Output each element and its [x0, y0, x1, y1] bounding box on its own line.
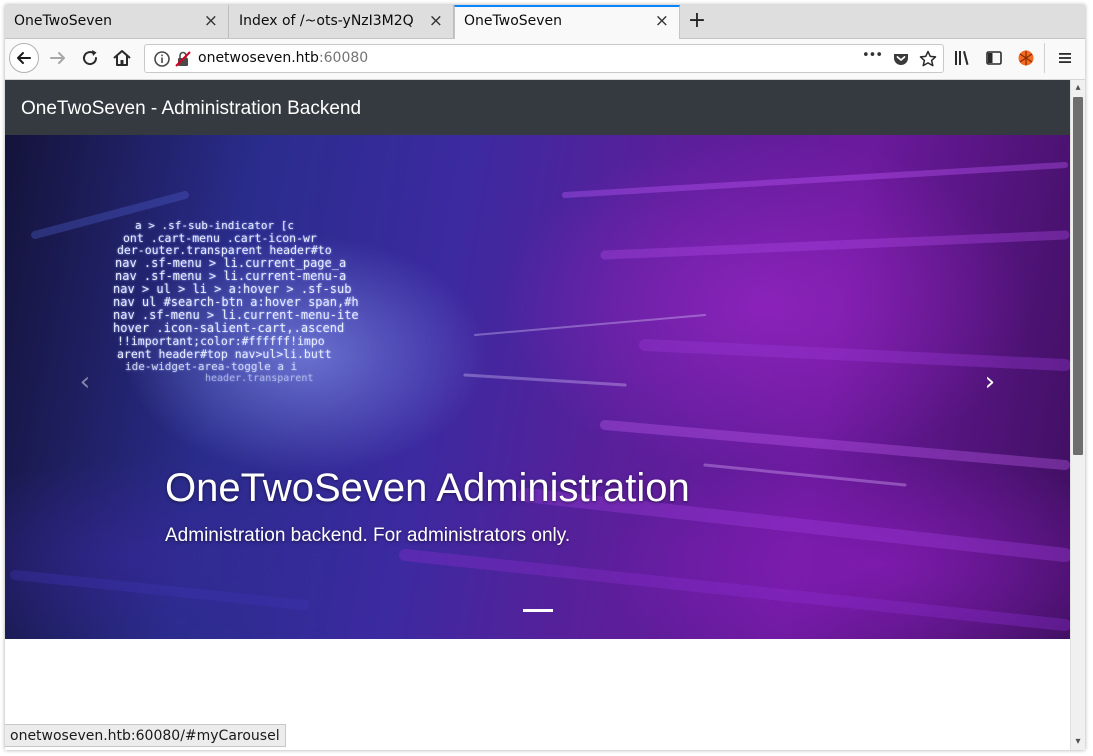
code-line: nav .sf-menu > li.current_page_a	[115, 256, 347, 270]
code-line: nav ul #search-btn a:hover span,#h	[113, 295, 359, 309]
pocket-icon[interactable]	[891, 49, 911, 69]
site-navbar: OneTwoSeven - Administration Backend	[5, 80, 1070, 135]
url-port: :60080	[318, 50, 369, 66]
tab-index-of[interactable]: Index of /~ots-yNzI3M2Q ×	[230, 5, 454, 38]
carousel-caption-title: OneTwoSeven Administration	[165, 466, 690, 510]
tab-close-icon[interactable]: ×	[655, 11, 669, 31]
hero-background-image	[10, 162, 1070, 631]
hamburger-menu-icon[interactable]	[1055, 48, 1075, 68]
code-line: nav > ul > li > a:hover > .sf-sub	[113, 282, 352, 296]
back-button[interactable]	[9, 43, 39, 73]
code-line: nav .sf-menu > li.current-menu-ite	[113, 308, 359, 322]
url-bar[interactable]: onetwoseven.htb:60080 •••	[144, 44, 944, 73]
sidebar-icon[interactable]	[984, 48, 1004, 68]
home-icon[interactable]	[110, 46, 134, 70]
carousel-prev-icon[interactable]: ‹	[70, 367, 100, 397]
code-line: arent header#top nav>ul>li.butt	[117, 347, 332, 361]
tab-title: OneTwoSeven	[464, 13, 563, 29]
tab-close-icon[interactable]: ×	[204, 11, 218, 31]
scroll-down-icon[interactable]: ▾	[1071, 735, 1085, 749]
tab-title: OneTwoSeven	[14, 13, 113, 29]
new-tab-button[interactable]: +	[685, 8, 709, 34]
insecure-lock-icon[interactable]	[173, 49, 193, 69]
toolbar-divider	[1044, 43, 1045, 73]
code-line: ide-widget-area-toggle a i	[125, 360, 298, 373]
url-text[interactable]: onetwoseven.htb:60080	[198, 50, 368, 66]
page-actions-menu-icon[interactable]: •••	[862, 48, 883, 63]
library-icon[interactable]	[952, 48, 972, 68]
code-line: nav .sf-menu > li.current-menu-a	[115, 269, 347, 283]
tab-strip: OneTwoSeven × Index of /~ots-yNzI3M2Q × …	[5, 5, 1085, 39]
page-scrollbar[interactable]: ▴ ▾	[1070, 80, 1085, 750]
code-line: hover .icon-salient-cart,.ascend	[113, 321, 345, 335]
nav-toolbar: onetwoseven.htb:60080 •••	[5, 39, 1085, 80]
site-brand[interactable]: OneTwoSeven - Administration Backend	[21, 98, 361, 120]
hero-carousel: a > .sf-sub-indicator [c ont .cart-menu …	[5, 135, 1070, 639]
page-content: OneTwoSeven - Administration Backend a >…	[5, 80, 1070, 750]
carousel-indicator[interactable]	[523, 609, 553, 612]
scroll-up-icon[interactable]: ▴	[1071, 81, 1085, 95]
info-icon[interactable]	[152, 49, 172, 69]
carousel-caption-subtitle: Administration backend. For administrato…	[165, 525, 571, 546]
forward-arrow-icon[interactable]	[46, 46, 70, 70]
code-line: !!important;color:#ffffff!impo	[117, 334, 325, 348]
tab-title: Index of /~ots-yNzI3M2Q	[239, 13, 414, 29]
status-link-preview: onetwoseven.htb:60080/#myCarousel	[5, 724, 286, 747]
extension-icon[interactable]	[1016, 48, 1036, 68]
scroll-thumb[interactable]	[1073, 97, 1083, 455]
browser-window: OneTwoSeven × Index of /~ots-yNzI3M2Q × …	[5, 5, 1085, 750]
url-host: onetwoseven.htb	[198, 50, 319, 66]
tab-onetwoseven-active[interactable]: OneTwoSeven ×	[454, 5, 680, 39]
reload-icon[interactable]	[78, 46, 102, 70]
tab-onetwoseven-1[interactable]: OneTwoSeven ×	[5, 5, 229, 38]
code-line: header.transparent	[205, 373, 314, 384]
carousel-next-icon[interactable]: ›	[975, 367, 1005, 397]
tab-close-icon[interactable]: ×	[429, 11, 443, 31]
back-arrow-icon	[17, 52, 31, 64]
code-line: der-outer.transparent header#to	[117, 243, 332, 257]
bookmark-star-icon[interactable]	[918, 49, 938, 69]
